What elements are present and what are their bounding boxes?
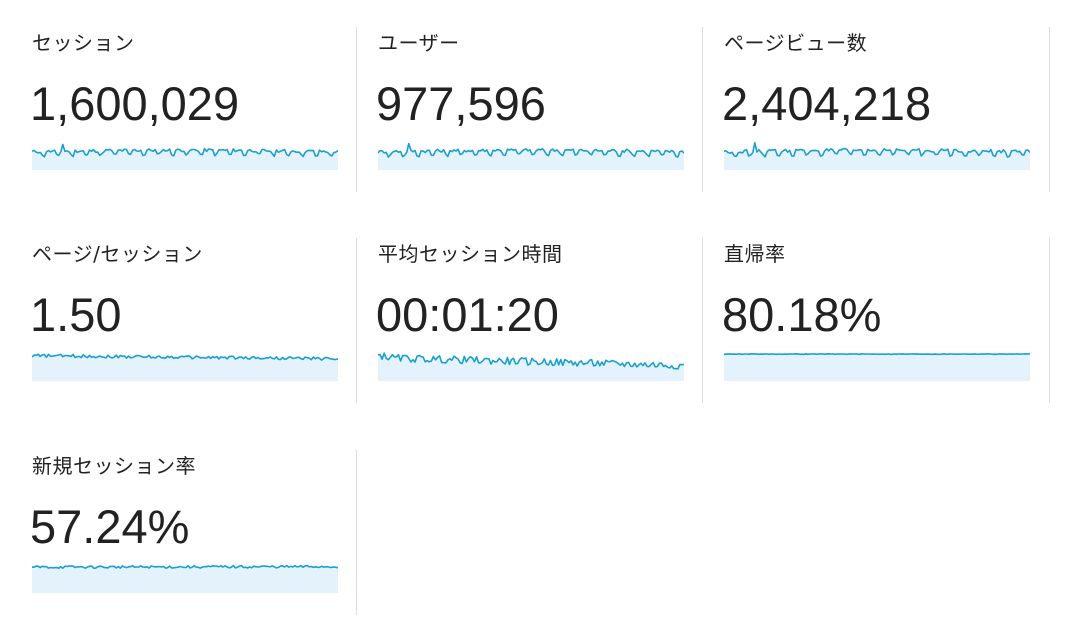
metric-label: セッション <box>32 31 135 55</box>
metric-card-bounce-rate[interactable]: 直帰率 80.18% <box>692 238 1050 403</box>
metric-value: 57.24% <box>30 500 190 553</box>
sparkline-svg <box>32 564 338 593</box>
sparkline <box>724 349 1030 381</box>
metric-value: 1,600,029 <box>30 77 240 130</box>
metric-card-pages-per-session[interactable]: ページ/セッション 1.50 <box>0 238 357 403</box>
sparkline-svg <box>32 353 338 381</box>
sparkline-svg <box>724 353 1030 381</box>
sparkline <box>378 349 684 381</box>
sparkline-svg <box>378 352 684 381</box>
metric-value: 1.50 <box>30 288 122 341</box>
sparkline-area <box>378 143 684 170</box>
sparkline-svg <box>378 142 684 170</box>
sparkline <box>32 138 338 170</box>
metric-card-pageviews[interactable]: ページビュー数 2,404,218 <box>692 27 1050 192</box>
metric-card-avg-session-duration[interactable]: 平均セッション時間 00:01:20 <box>346 238 703 403</box>
sparkline-svg <box>724 142 1030 170</box>
metric-card-users[interactable]: ユーザー 977,596 <box>346 27 703 192</box>
metric-card-sessions[interactable]: セッション 1,600,029 <box>0 27 357 192</box>
sparkline-line <box>724 353 1030 356</box>
metric-value: 977,596 <box>376 77 546 130</box>
metric-card-new-session-rate[interactable]: 新規セッション率 57.24% <box>0 450 357 615</box>
sparkline <box>32 561 338 593</box>
sparkline <box>378 138 684 170</box>
metric-label: 平均セッション時間 <box>378 242 563 266</box>
sparkline-area <box>724 142 1030 170</box>
sparkline-area <box>32 144 338 170</box>
metric-label: ユーザー <box>378 31 460 55</box>
card-divider <box>1049 27 1050 192</box>
metric-label: 直帰率 <box>724 242 786 266</box>
card-divider <box>1049 238 1050 403</box>
sparkline-area <box>724 353 1030 381</box>
metric-value: 80.18% <box>722 288 882 341</box>
metric-label: ページ/セッション <box>32 242 203 266</box>
metric-value: 00:01:20 <box>376 288 559 341</box>
sparkline <box>32 349 338 381</box>
metric-value: 2,404,218 <box>722 77 932 130</box>
sparkline-svg <box>32 143 338 170</box>
sparkline <box>724 138 1030 170</box>
card-divider <box>356 450 357 615</box>
metric-label: ページビュー数 <box>724 31 868 55</box>
sparkline-area <box>32 565 338 593</box>
metric-label: 新規セッション率 <box>32 454 196 478</box>
metrics-grid: セッション 1,600,029 ユーザー 977,596 ページビュー数 2,4… <box>0 0 1072 638</box>
